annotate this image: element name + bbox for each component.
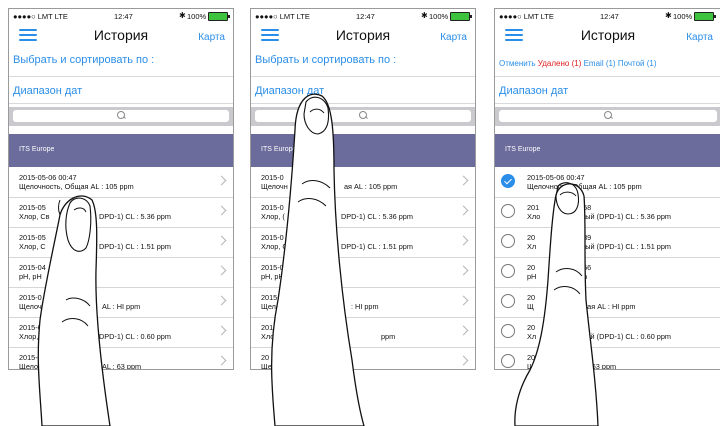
finger-icon bbox=[37, 195, 111, 426]
finger-icon bbox=[270, 93, 365, 426]
finger-overlay bbox=[37, 93, 599, 426]
finger-icon bbox=[514, 182, 599, 426]
